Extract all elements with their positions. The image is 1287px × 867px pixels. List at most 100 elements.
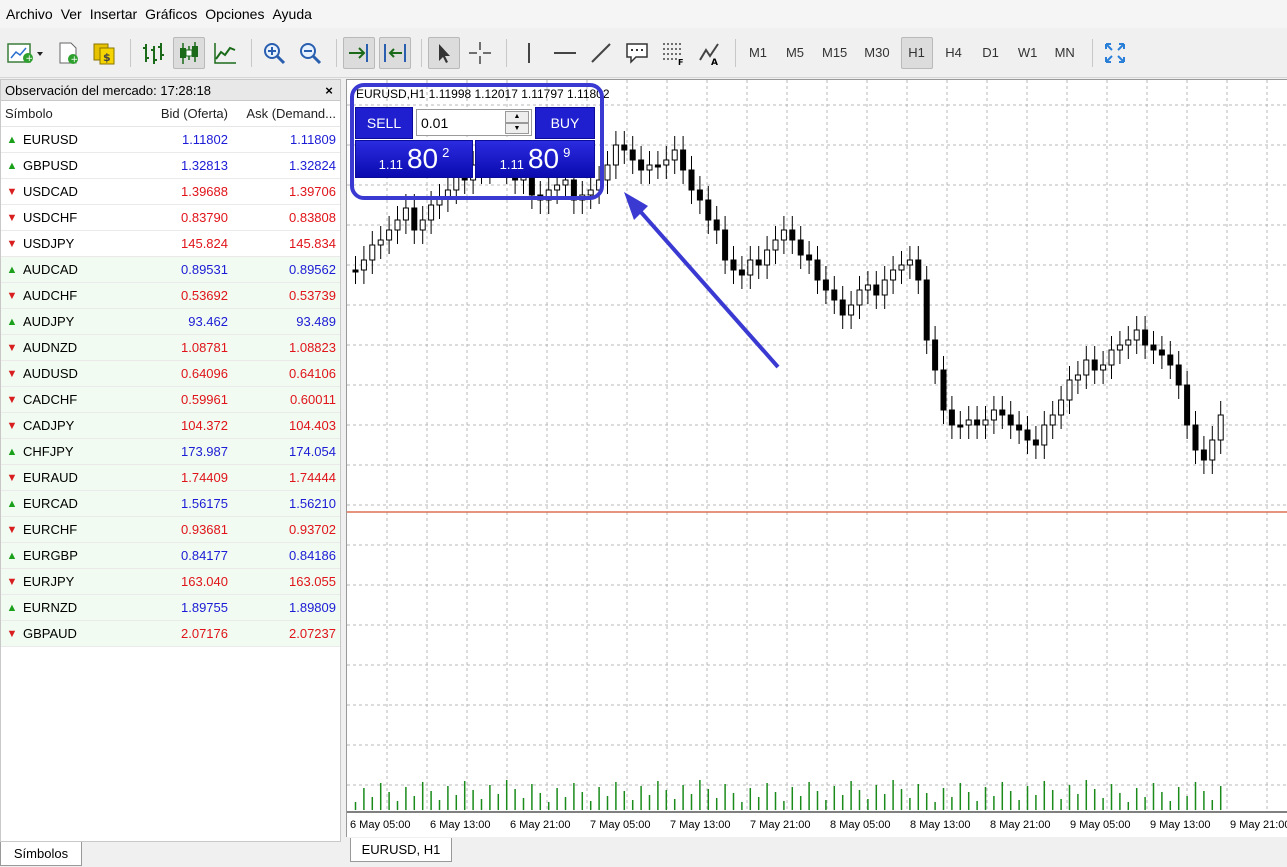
symbol-row-usdcad[interactable]: ▼ USDCAD 1.39688 1.39706 (1, 179, 340, 205)
zoom-in-button[interactable] (258, 37, 290, 69)
candle-body (377, 239, 384, 246)
menu-ayuda[interactable]: Ayuda (272, 0, 319, 28)
market-watch-button[interactable]: $ (88, 37, 120, 69)
candle-body (974, 419, 981, 426)
symbol-cell: ▼ USDCHF (1, 210, 131, 225)
objects-button[interactable]: A (693, 37, 725, 69)
bid-value: 0.53692 (181, 288, 228, 303)
symbol-cell: ▼ CADCHF (1, 392, 131, 407)
symbol-row-eurusd[interactable]: ▲ EURUSD 1.11802 1.11809 (1, 127, 340, 153)
cursor-button[interactable] (428, 36, 460, 69)
arrow-down-icon: ▼ (6, 627, 18, 640)
timeframe-d1[interactable]: D1 (975, 37, 1007, 69)
symbol-row-audnzd[interactable]: ▼ AUDNZD 1.08781 1.08823 (1, 335, 340, 361)
ask-value: 0.53739 (289, 288, 336, 303)
new-profile-icon: + (59, 42, 78, 65)
header-symbol[interactable]: Símbolo (1, 106, 131, 121)
crosshair-button[interactable] (464, 37, 496, 69)
chart-shift-button[interactable] (379, 36, 411, 69)
arrow-down-icon: ▼ (6, 341, 18, 354)
timeframe-h4[interactable]: H4 (938, 37, 970, 69)
timeframe-mn[interactable]: MN (1049, 37, 1081, 69)
symbol-row-cadchf[interactable]: ▼ CADCHF 0.59961 0.60011 (1, 387, 340, 413)
candle-body (738, 269, 745, 276)
timeframe-m1[interactable]: M1 (742, 37, 774, 69)
timeframe-m15[interactable]: M15 (816, 37, 853, 69)
menu-insertar[interactable]: Insertar (90, 0, 145, 28)
horizontal-line-button[interactable] (549, 37, 581, 69)
trendline-button[interactable] (585, 37, 617, 69)
symbol-row-eurgbp[interactable]: ▲ EURGBP 0.84177 0.84186 (1, 543, 340, 569)
menu-graficos[interactable]: Gráficos (145, 0, 205, 28)
line-chart-button[interactable] (209, 37, 241, 69)
fibonacci-button[interactable]: F (657, 37, 689, 69)
header-ask[interactable]: Ask (Demand... (231, 106, 340, 121)
symbol-row-eurnzd[interactable]: ▲ EURNZD 1.89755 1.89809 (1, 595, 340, 621)
chart-tabs: EURUSD, H1 (346, 838, 1287, 867)
timeframe-w1[interactable]: W1 (1012, 37, 1044, 69)
symbol-row-euraud[interactable]: ▼ EURAUD 1.74409 1.74444 (1, 465, 340, 491)
bar-chart-button[interactable] (137, 37, 169, 69)
tab-eurusd-h1[interactable]: EURUSD, H1 (350, 838, 452, 862)
candle-body (797, 239, 804, 256)
symbol-row-audusd[interactable]: ▼ AUDUSD 0.64096 0.64106 (1, 361, 340, 387)
header-bid[interactable]: Bid (Oferta) (131, 106, 231, 121)
symbol-row-eurchf[interactable]: ▼ EURCHF 0.93681 0.93702 (1, 517, 340, 543)
buy-button[interactable]: BUY (535, 107, 595, 139)
arrow-down-icon: ▼ (6, 185, 18, 198)
new-profile-button[interactable]: + (52, 37, 84, 69)
sell-price-box[interactable]: 1.11 80 2 (355, 140, 473, 178)
candle-body (831, 289, 838, 301)
x-axis-label: 6 May 21:00 (510, 819, 571, 831)
candle-body (780, 229, 787, 241)
symbol-row-gbpusd[interactable]: ▲ GBPUSD 1.32813 1.32824 (1, 153, 340, 179)
fullscreen-button[interactable] (1099, 37, 1131, 69)
menu-ver[interactable]: Ver (61, 0, 90, 28)
candle-body (428, 204, 435, 221)
auto-scroll-button[interactable] (343, 36, 375, 69)
symbol-row-gbpaud[interactable]: ▼ GBPAUD 2.07176 2.07237 (1, 621, 340, 647)
menu-opciones[interactable]: Opciones (205, 0, 272, 28)
candle-body (915, 259, 922, 281)
symbol-row-cadjpy[interactable]: ▼ CADJPY 104.372 104.403 (1, 413, 340, 439)
close-icon[interactable]: × (322, 83, 336, 98)
symbol-row-audcad[interactable]: ▲ AUDCAD 0.89531 0.89562 (1, 257, 340, 283)
x-axis-label: 7 May 13:00 (670, 819, 731, 831)
spinner-down-icon[interactable]: ▼ (505, 122, 529, 134)
x-axis-label: 7 May 21:00 (750, 819, 811, 831)
buy-price-fraction: 9 (563, 145, 571, 160)
symbol-row-eurjpy[interactable]: ▼ EURJPY 163.040 163.055 (1, 569, 340, 595)
price-chart[interactable]: 6 May 05:00 6 May 13:00 6 May 21:00 7 May 0… (347, 80, 1287, 838)
candle-body (587, 189, 594, 196)
symbol-row-chfjpy[interactable]: ▲ CHFJPY 173.987 174.054 (1, 439, 340, 465)
ask-value: 0.60011 (289, 392, 336, 407)
chart-window[interactable]: 6 May 05:00 6 May 13:00 6 May 21:00 7 May 0… (346, 79, 1287, 837)
toolbar-separator (251, 38, 252, 67)
symbol-cell: ▲ GBPUSD (1, 158, 131, 173)
timeframe-m30[interactable]: M30 (858, 37, 895, 69)
symbol-row-audjpy[interactable]: ▲ AUDJPY 93.462 93.489 (1, 309, 340, 335)
zoom-out-button[interactable] (294, 37, 326, 69)
timeframe-h1[interactable]: H1 (900, 36, 933, 69)
sell-button[interactable]: SELL (355, 107, 413, 139)
candle-body (629, 149, 636, 161)
candlestick-chart-button[interactable] (173, 36, 205, 69)
vertical-line-button[interactable] (513, 37, 545, 69)
text-label-button[interactable] (621, 37, 653, 69)
spinner-up-icon[interactable]: ▲ (505, 111, 529, 123)
tab-simbolos[interactable]: Símbolos (0, 842, 82, 866)
candle-body (881, 279, 888, 296)
symbol-cell: ▲ EURCAD (1, 496, 131, 511)
new-chart-button[interactable]: + (4, 37, 48, 69)
buy-price-box[interactable]: 1.11 80 9 (475, 140, 595, 178)
candle-body (638, 159, 645, 171)
ask-value: 1.89809 (289, 600, 336, 615)
candle-body (1209, 439, 1216, 461)
symbol-row-usdjpy[interactable]: ▼ USDJPY 145.824 145.834 (1, 231, 340, 257)
timeframe-m5[interactable]: M5 (779, 37, 811, 69)
symbol-row-usdchf[interactable]: ▼ USDCHF 0.83790 0.83808 (1, 205, 340, 231)
menu-archivo[interactable]: Archivo (6, 0, 61, 28)
symbol-row-eurcad[interactable]: ▲ EURCAD 1.56175 1.56210 (1, 491, 340, 517)
symbol-row-audchf[interactable]: ▼ AUDCHF 0.53692 0.53739 (1, 283, 340, 309)
symbol-cell: ▼ GBPAUD (1, 626, 131, 641)
